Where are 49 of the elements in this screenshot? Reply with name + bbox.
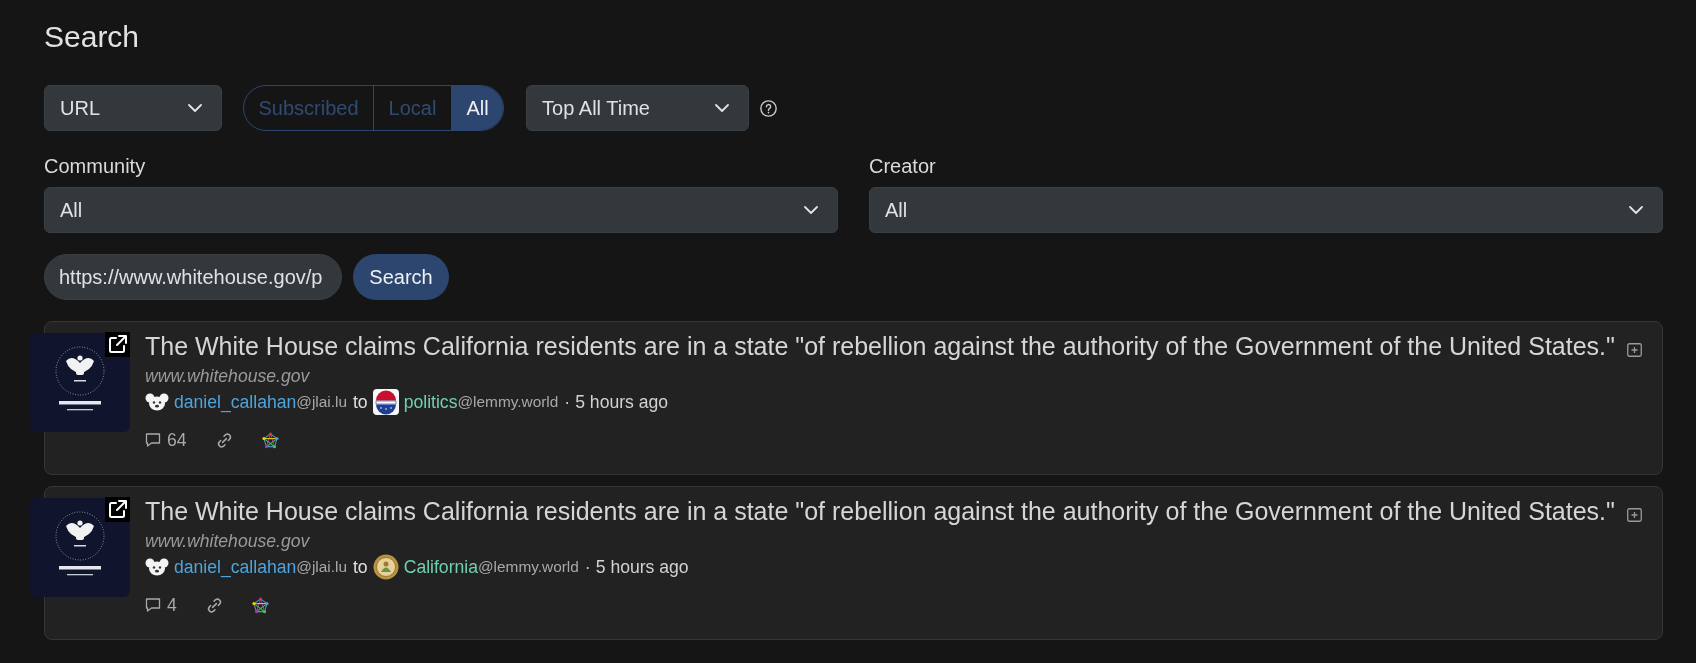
external-link-icon[interactable] bbox=[105, 332, 130, 357]
search-field[interactable]: https://www.whitehouse.gov/p bbox=[44, 254, 342, 300]
community-link[interactable]: California bbox=[403, 556, 478, 578]
author-instance: @jlai.lu bbox=[296, 558, 347, 576]
filter-select[interactable]: All bbox=[44, 187, 838, 233]
seal-thumbnail-drawing[interactable] bbox=[30, 498, 130, 597]
type-select[interactable]: URL bbox=[44, 85, 222, 131]
fediverse-icon[interactable] bbox=[261, 431, 279, 449]
filter-select[interactable]: All bbox=[869, 187, 1663, 233]
author-link[interactable]: daniel_callahan bbox=[174, 391, 297, 413]
chevron-down-icon bbox=[804, 206, 818, 214]
bear-avatar-icon bbox=[145, 393, 169, 411]
comments-button[interactable]: 4 bbox=[145, 594, 177, 616]
post-title-link[interactable]: The White House claims California residents are in a state "of rebellion against the authority of the Government of the United States." bbox=[145, 331, 1615, 361]
bear-avatar-icon bbox=[145, 558, 169, 576]
chevron-down-icon bbox=[188, 104, 202, 112]
sort-select[interactable]: Top All Time bbox=[526, 85, 750, 131]
comment-icon bbox=[145, 432, 161, 448]
post-time: 5 hours ago bbox=[575, 391, 669, 413]
community-link[interactable]: politics bbox=[403, 391, 458, 413]
post-domain: www.whitehouse.gov bbox=[145, 365, 311, 388]
post-time: 5 hours ago bbox=[595, 556, 689, 578]
comment-icon bbox=[145, 597, 161, 613]
fediverse-icon[interactable] bbox=[251, 596, 269, 614]
listing-type-tab[interactable]: All bbox=[450, 86, 504, 130]
expand-icon[interactable] bbox=[1626, 343, 1642, 357]
post-domain: www.whitehouse.gov bbox=[145, 530, 311, 553]
author-instance: @jlai.lu bbox=[296, 393, 347, 411]
community-instance: @lemmy.world bbox=[478, 558, 579, 576]
seal-thumbnail-drawing[interactable] bbox=[30, 333, 130, 432]
filter-label: Creator bbox=[869, 154, 936, 179]
filter-label: Community bbox=[44, 154, 146, 179]
striped-badge-icon bbox=[372, 389, 399, 415]
expand-icon[interactable] bbox=[1626, 508, 1642, 522]
seal-icon bbox=[372, 554, 399, 580]
help-icon[interactable] bbox=[760, 99, 778, 117]
community-instance: @lemmy.world bbox=[457, 393, 559, 410]
search-button[interactable]: Search bbox=[353, 254, 449, 300]
connector-text: to bbox=[353, 391, 368, 413]
comments-button[interactable]: 64 bbox=[145, 429, 187, 451]
connector-text: to bbox=[353, 556, 368, 578]
separator-dot: · bbox=[564, 391, 571, 413]
chevron-down-icon bbox=[1629, 206, 1643, 214]
post-title-link[interactable]: The White House claims California residents are in a state "of rebellion against the authority of the Government of the United States." bbox=[145, 496, 1615, 526]
page-title: Search bbox=[44, 19, 141, 55]
external-link-icon[interactable] bbox=[105, 497, 130, 522]
author-link[interactable]: daniel_callahan bbox=[174, 556, 297, 578]
chevron-down-icon bbox=[715, 104, 730, 112]
separator-dot: · bbox=[584, 556, 591, 578]
